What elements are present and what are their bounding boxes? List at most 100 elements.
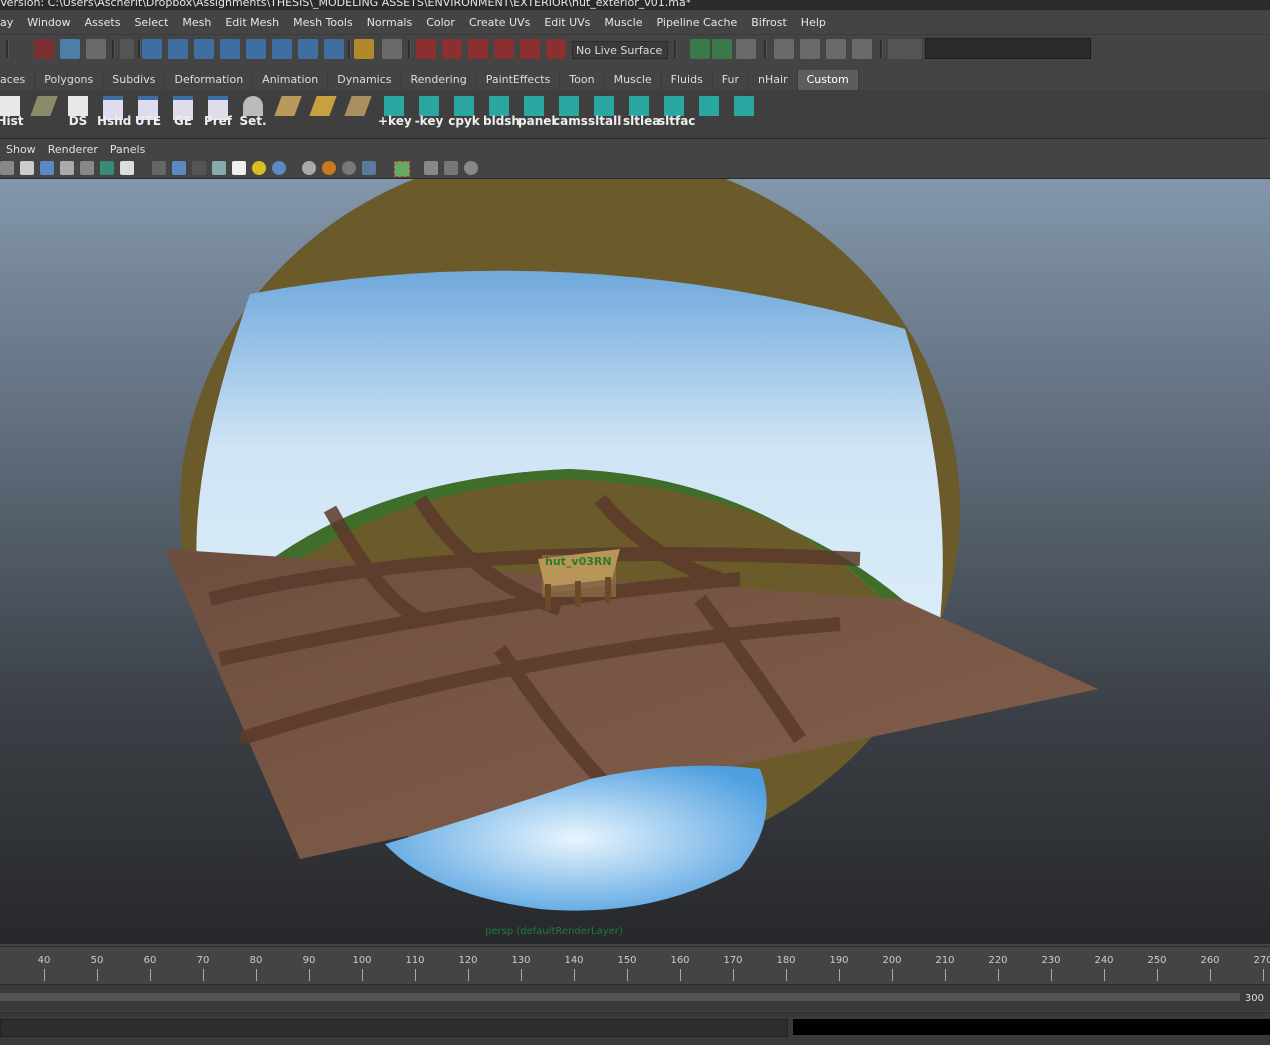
magnet-icon[interactable] (468, 39, 488, 59)
isolate-select-icon[interactable] (394, 161, 410, 177)
menu-help[interactable]: Help (794, 16, 833, 29)
quick-command-field[interactable] (925, 38, 1091, 59)
shelf-button-minus-key[interactable]: -key (413, 94, 445, 134)
shelf-button-checker[interactable] (307, 94, 339, 134)
shelf-button-sltall[interactable]: sltall (588, 94, 621, 134)
magnet-icon[interactable] (494, 39, 514, 59)
panel-menu-panels[interactable]: Panels (104, 143, 151, 156)
shelf-button-hshd[interactable]: Hshd (97, 94, 131, 134)
tab-rendering[interactable]: Rendering (402, 70, 477, 90)
channel-box-icon[interactable] (826, 39, 846, 59)
menu-select[interactable]: Select (127, 16, 175, 29)
shelf-button-plus-key[interactable]: +key (378, 94, 412, 134)
tab-fur[interactable]: Fur (713, 70, 750, 90)
shelf-button-pref[interactable]: Pref (202, 94, 234, 134)
tab-custom[interactable]: Custom (797, 70, 859, 90)
magnet-icon[interactable] (520, 39, 540, 59)
magnet-icon[interactable] (546, 39, 566, 59)
panel-menu-renderer[interactable]: Renderer (42, 143, 104, 156)
menu-color[interactable]: Color (419, 16, 462, 29)
motion-blur-icon[interactable] (362, 161, 376, 175)
checker-icon[interactable] (232, 161, 246, 175)
camera-icon[interactable] (40, 161, 54, 175)
live-surface-field[interactable]: No Live Surface (572, 41, 668, 59)
shelf-button-script[interactable] (693, 94, 725, 134)
snap-vertex-icon[interactable] (272, 39, 292, 59)
safe-action-icon[interactable] (100, 161, 114, 175)
menu-pipeline-cache[interactable]: Pipeline Cache (650, 16, 745, 29)
smooth-shade-icon[interactable] (192, 161, 206, 175)
command-input[interactable] (0, 1019, 788, 1037)
tab-painteffects[interactable]: PaintEffects (477, 70, 561, 90)
snap-view-plane-icon[interactable] (220, 39, 240, 59)
menu-muscle[interactable]: Muscle (597, 16, 649, 29)
menu-mesh[interactable]: Mesh (175, 16, 218, 29)
shelf-button-grid[interactable] (342, 94, 374, 134)
circle-icon[interactable] (60, 161, 74, 175)
shelf-button-uv[interactable] (272, 94, 304, 134)
tool-settings-icon[interactable] (800, 39, 820, 59)
ipr-render-icon[interactable] (712, 39, 732, 59)
material-icon[interactable] (322, 161, 336, 175)
shaded-cube-icon[interactable] (172, 161, 186, 175)
shelf-button-ds[interactable]: DS (62, 94, 94, 134)
menu-bifrost[interactable]: Bifrost (744, 16, 794, 29)
grid-icon[interactable] (20, 161, 34, 175)
menu-edit-mesh[interactable]: Edit Mesh (218, 16, 286, 29)
shelf-button-sltfac[interactable]: sltfac (658, 94, 695, 134)
panel-menu-show[interactable]: Show (0, 143, 42, 156)
perspective-viewport[interactable]: hut_v03RN persp (defaultRenderLayer) (0, 179, 1270, 944)
menu-item[interactable]: ay (0, 16, 20, 29)
tab-fluids[interactable]: Fluids (662, 70, 713, 90)
xray-joints-icon[interactable] (444, 161, 458, 175)
snap-curve-icon[interactable] (168, 39, 188, 59)
tab-animation[interactable]: Animation (253, 70, 329, 90)
wireframe-icon[interactable] (0, 161, 14, 175)
tab-polygons[interactable]: Polygons (35, 70, 104, 90)
light-icon[interactable] (252, 161, 266, 175)
tab-muscle[interactable]: Muscle (605, 70, 662, 90)
help-icon[interactable] (324, 39, 344, 59)
magnet-icon[interactable] (442, 39, 462, 59)
input-mode-icon[interactable] (902, 39, 922, 59)
tab-deformation[interactable]: Deformation (165, 70, 254, 90)
render-icon[interactable] (690, 39, 710, 59)
shelf-button-cams[interactable]: cams (553, 94, 588, 134)
make-live-icon[interactable] (246, 39, 266, 59)
tab-surfaces[interactable]: aces (0, 70, 36, 90)
tab-dynamics[interactable]: Dynamics (328, 70, 402, 90)
render-settings-icon[interactable] (736, 39, 756, 59)
tab-nhair[interactable]: nHair (749, 70, 798, 90)
range-slider[interactable]: 300 (0, 984, 1270, 1011)
ambient-occlusion-icon[interactable] (342, 161, 356, 175)
snap-grid-icon[interactable] (142, 39, 162, 59)
menu-window[interactable]: Window (20, 16, 77, 29)
select-by-object-icon[interactable] (60, 39, 80, 59)
shelf-button-ute[interactable]: UTE (132, 94, 164, 134)
shelf-button-bldsh[interactable]: bldsh (483, 94, 520, 134)
range-bar[interactable] (0, 993, 1240, 1001)
menu-assets[interactable]: Assets (78, 16, 128, 29)
resolution-gate-icon[interactable] (80, 161, 94, 175)
time-slider[interactable]: 40 50 60 70 80 90 100 110 120 130 140 150 160 170 180 1… (0, 946, 1270, 983)
chevron-down-icon[interactable] (120, 39, 134, 59)
magnet-icon[interactable] (416, 39, 436, 59)
menu-mesh-tools[interactable]: Mesh Tools (286, 16, 360, 29)
highlight-selection-icon[interactable] (382, 39, 402, 59)
text-icon[interactable] (120, 161, 134, 175)
range-end-field[interactable]: 300 (1245, 993, 1264, 1004)
shelf-button-hist[interactable]: Hist (0, 94, 26, 134)
share-icon[interactable] (464, 161, 478, 175)
sphere-icon[interactable] (302, 161, 316, 175)
shelf-button-ge[interactable]: GE (167, 94, 199, 134)
tab-toon[interactable]: Toon (560, 70, 605, 90)
lock-icon[interactable] (354, 39, 374, 59)
tab-subdivs[interactable]: Subdivs (103, 70, 166, 90)
menu-create-uvs[interactable]: Create UVs (462, 16, 537, 29)
textured-cube-icon[interactable] (212, 161, 226, 175)
shelf-button-cpyk[interactable]: cpyk (448, 94, 480, 134)
shelf-button-plane[interactable] (28, 94, 60, 134)
layer-editor-icon[interactable] (852, 39, 872, 59)
menu-edit-uvs[interactable]: Edit UVs (537, 16, 597, 29)
select-by-hierarchy-icon[interactable] (34, 39, 54, 59)
